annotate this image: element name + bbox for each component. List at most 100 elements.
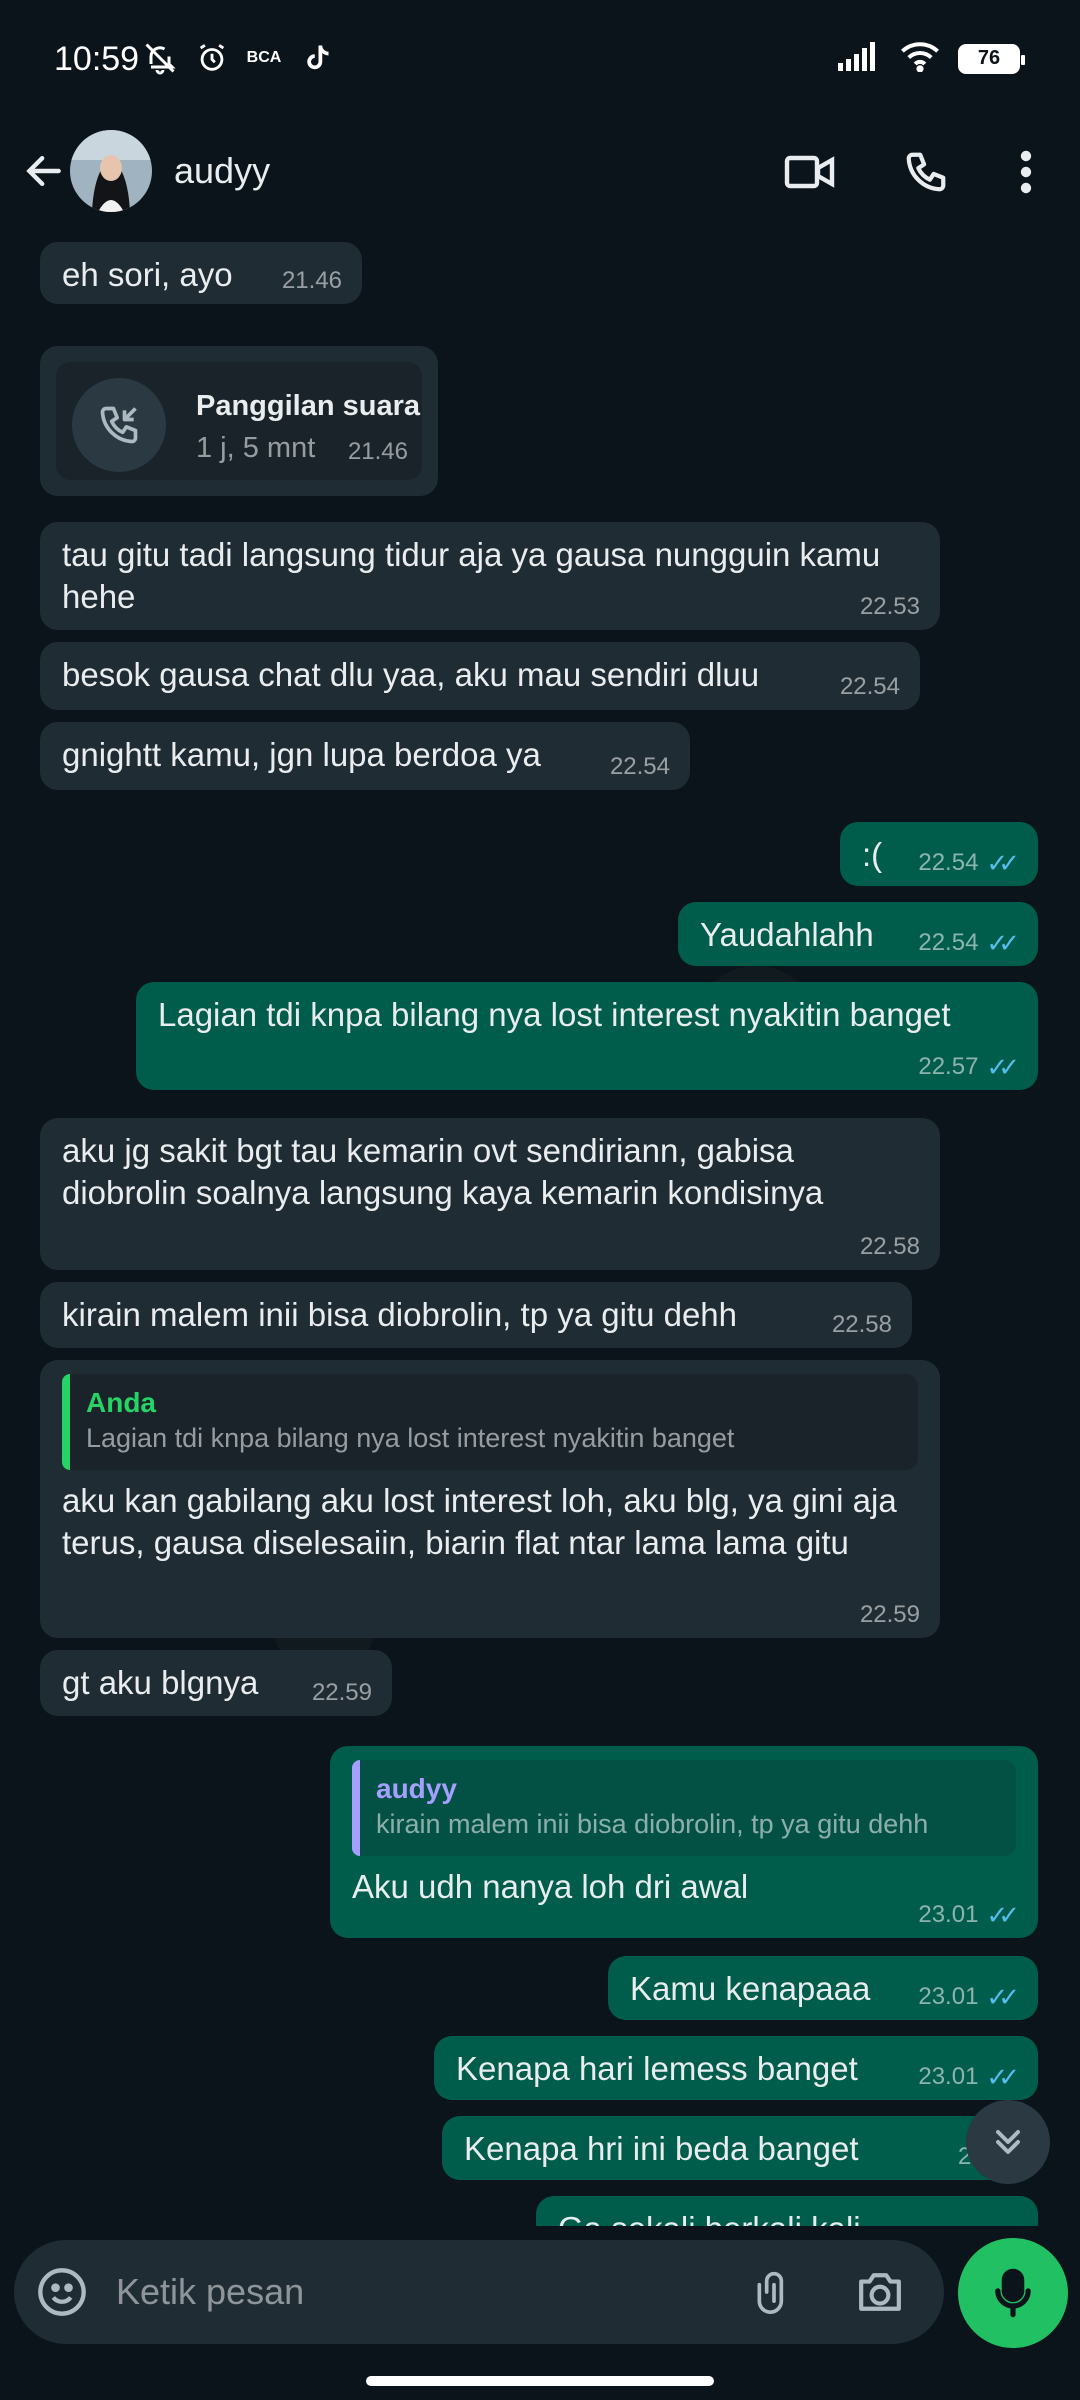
message-time: 22.54 <box>918 849 979 876</box>
message-meta: 22.58 <box>832 1312 892 1338</box>
quoted-text: kirain malem inii bisa diobrolin, tp ya … <box>376 1809 929 1839</box>
message-time: 22.53 <box>859 593 920 620</box>
mic-icon <box>995 2268 1031 2318</box>
message-text: gnightt kamu, jgn lupa berdoa ya <box>62 736 541 773</box>
message-input[interactable] <box>116 2266 676 2318</box>
quoted-text: Lagian tdi knpa bilang nya lost interest… <box>86 1423 735 1453</box>
message-text: Kenapa hri ini beda banget <box>464 2130 859 2167</box>
emoji-icon <box>38 2268 86 2316</box>
message-meta: 22.53 <box>860 594 920 620</box>
message-bubble-outgoing-reply[interactable]: audyy kirain malem inii bisa diobrolin, … <box>330 1746 1038 1938</box>
message-time: 21.46 <box>347 438 408 465</box>
read-receipt-icon: ✓✓ <box>986 928 1019 958</box>
message-bubble-incoming-reply[interactable]: Anda Lagian tdi knpa bilang nya lost int… <box>40 1360 940 1638</box>
voice-call-card[interactable]: Panggilan suara 1 j, 5 mnt 21.46 <box>40 346 438 496</box>
wifi-icon <box>900 40 940 77</box>
message-text: aku kan gabilang aku lost interest loh, … <box>62 1482 906 1561</box>
video-call-button[interactable] <box>776 138 844 206</box>
read-receipt-icon: ✓✓ <box>986 1900 1019 1930</box>
bca-app-icon: BCA <box>246 49 282 66</box>
back-button[interactable] <box>14 136 74 206</box>
message-bubble-outgoing[interactable]: Lagian tdi knpa bilang nya lost interest… <box>136 982 1038 1090</box>
incoming-call-icon <box>100 406 138 444</box>
message-time: 22.59 <box>859 1601 920 1628</box>
message-meta: 22.54 ✓✓ <box>918 928 1020 958</box>
message-meta: 22.57 ✓✓ <box>918 1052 1020 1082</box>
video-call-icon <box>784 155 835 189</box>
message-meta: 22.54 <box>840 674 900 700</box>
voice-call-button[interactable] <box>892 138 960 206</box>
camera-icon <box>859 2273 901 2311</box>
message-meta: 22.54 ✓✓ <box>918 848 1020 878</box>
more-vert-icon <box>1020 150 1032 194</box>
call-duration: 1 j, 5 mnt <box>196 432 316 464</box>
menu-button[interactable] <box>992 138 1060 206</box>
message-bubble-incoming[interactable]: tau gitu tadi langsung tidur aja ya gaus… <box>40 522 940 630</box>
chat-header: audyy <box>0 120 1080 224</box>
message-meta: 21.46 <box>282 268 342 294</box>
message-time: 22.54 <box>918 929 979 956</box>
message-text: aku jg sakit bgt tau kemarin ovt sendiri… <box>62 1132 824 1211</box>
message-bubble-incoming[interactable]: kirain malem inii bisa diobrolin, tp ya … <box>40 1282 912 1348</box>
contact-name[interactable]: audyy <box>174 150 270 192</box>
message-meta: 23.01 ✓✓ <box>918 1982 1020 2012</box>
navigation-bar <box>0 2360 1080 2400</box>
message-bubble-outgoing[interactable]: Ga sekali berkali kali <box>536 2196 1038 2226</box>
message-time: 22.59 <box>311 1679 372 1706</box>
signal-icon <box>838 41 882 76</box>
emoji-button[interactable] <box>34 2264 90 2320</box>
message-bubble-incoming[interactable]: gnightt kamu, jgn lupa berdoa ya 22.54 <box>40 722 690 790</box>
voice-record-button[interactable] <box>958 2238 1068 2348</box>
message-bubble-incoming[interactable]: gt aku blgnya 22.59 <box>40 1650 392 1716</box>
home-indicator[interactable] <box>366 2376 714 2386</box>
message-bubble-outgoing[interactable]: Kenapa hri ini beda banget 23.01 <box>442 2116 1038 2180</box>
double-chevron-down-icon <box>996 2130 1020 2154</box>
read-receipt-icon: ✓✓ <box>986 2062 1019 2092</box>
tiktok-icon <box>298 40 334 76</box>
message-bubble-outgoing[interactable]: Kamu kenapaaa 23.01 ✓✓ <box>608 1956 1038 2020</box>
missed-call-badge <box>72 378 166 472</box>
message-time: 23.01 <box>918 2063 979 2090</box>
status-time: 10:59 <box>54 40 140 78</box>
mute-icon <box>142 40 178 76</box>
message-meta: 23.01 ✓✓ <box>918 1900 1020 1930</box>
battery-indicator: 76 <box>958 43 1025 74</box>
alarm-icon <box>194 40 230 76</box>
camera-button[interactable] <box>850 2262 910 2322</box>
message-text: besok gausa chat dlu yaa, aku mau sendir… <box>62 656 760 693</box>
read-receipt-icon: ✓✓ <box>986 848 1019 878</box>
quoted-message[interactable]: Anda Lagian tdi knpa bilang nya lost int… <box>62 1374 918 1470</box>
message-bubble-incoming[interactable]: aku jg sakit bgt tau kemarin ovt sendiri… <box>40 1118 940 1270</box>
paperclip-icon <box>757 2271 784 2314</box>
message-text: kirain malem inii bisa diobrolin, tp ya … <box>62 1296 738 1333</box>
message-time: 22.58 <box>859 1233 920 1260</box>
read-receipt-icon: ✓✓ <box>986 1052 1019 1082</box>
status-notification-icons: BCA <box>142 40 334 76</box>
message-bubble-outgoing[interactable]: :( 22.54 ✓✓ <box>840 822 1038 886</box>
message-time: 22.58 <box>831 1311 892 1338</box>
message-time: 23.01 <box>918 1901 979 1928</box>
attach-button[interactable] <box>744 2262 804 2322</box>
message-text: Ga sekali berkali kali <box>558 2208 1016 2226</box>
message-bubble-incoming[interactable]: besok gausa chat dlu yaa, aku mau sendir… <box>40 642 920 710</box>
call-title: Panggilan suara <box>196 390 421 422</box>
quoted-message[interactable]: audyy kirain malem inii bisa diobrolin, … <box>352 1760 1016 1856</box>
message-bubble-outgoing[interactable]: Yaudahlahh 22.54 ✓✓ <box>678 902 1038 966</box>
message-meta: 22.58 <box>860 1234 920 1260</box>
message-text: Lagian tdi knpa bilang nya lost interest… <box>158 996 951 1033</box>
contact-avatar[interactable] <box>70 130 152 212</box>
message-meta: 23.01 ✓✓ <box>918 2062 1020 2092</box>
scroll-to-bottom-button[interactable] <box>966 2100 1050 2184</box>
message-meta: 22.59 <box>860 1602 920 1628</box>
quoted-author: audyy <box>376 1773 457 1804</box>
status-system-icons: 76 <box>838 40 1025 77</box>
message-list[interactable]: eh sori, ayo 21.46 Panggilan suara 1 j, … <box>0 226 1080 2226</box>
message-bubble-outgoing[interactable]: Kenapa hari lemess banget 23.01 ✓✓ <box>434 2036 1038 2100</box>
message-meta: 22.54 <box>610 754 670 780</box>
call-card-inner: Panggilan suara 1 j, 5 mnt 21.46 <box>56 362 422 480</box>
message-bubble-incoming[interactable]: eh sori, ayo 21.46 <box>40 242 362 304</box>
status-bar: 10:59 BCA 76 <box>0 0 1080 120</box>
arrow-left-icon <box>26 155 61 187</box>
read-receipt-icon: ✓✓ <box>986 1982 1019 2012</box>
message-time: 21.46 <box>281 267 342 294</box>
